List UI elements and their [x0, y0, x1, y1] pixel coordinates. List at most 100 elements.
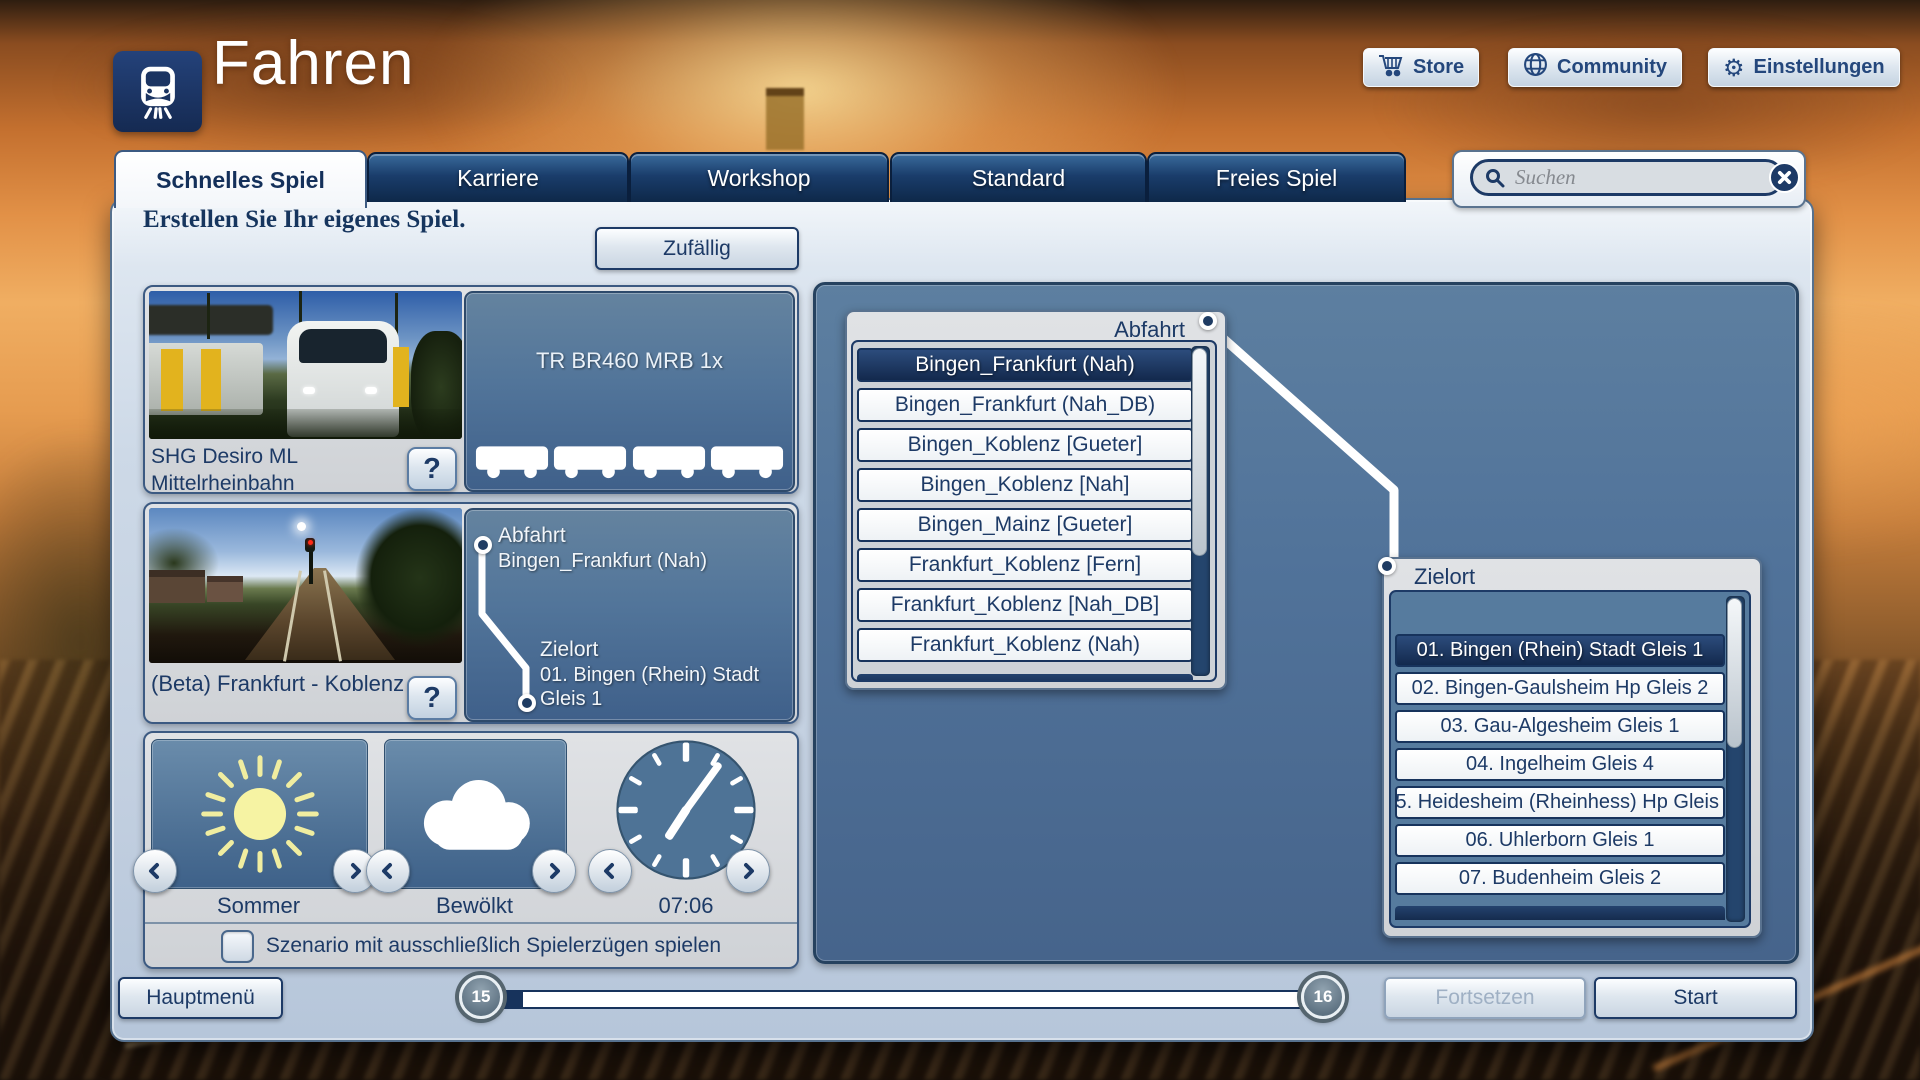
slider-track[interactable]	[503, 990, 1327, 1009]
route-thumbnail	[149, 508, 462, 663]
destination-value-line1: 01. Bingen (Rhein) Stadt	[540, 664, 759, 687]
destination-label: Zielort	[540, 638, 598, 662]
tab-schnelles-spiel[interactable]: Schnelles Spiel	[114, 150, 367, 208]
cart-icon	[1378, 53, 1404, 83]
route-name: (Beta) Frankfurt - Koblenz	[151, 670, 404, 697]
weather-prev-button[interactable]	[366, 849, 410, 893]
list-item[interactable]: Bingen_Mainz [Gueter]	[857, 508, 1193, 542]
destination-value-line2: Gleis 1	[540, 688, 602, 711]
list-item[interactable]: 07. Budenheim Gleis 2	[1395, 862, 1725, 895]
slider-handle-right[interactable]: 16	[1301, 975, 1345, 1019]
random-button[interactable]: Zufällig	[595, 227, 799, 270]
destination-list: 01. Bingen (Rhein) Stadt Gleis 1 02. Bing…	[1389, 590, 1751, 928]
consist-wagons	[474, 444, 785, 480]
time-prev-button[interactable]	[588, 849, 632, 893]
tab-label: Karriere	[457, 165, 539, 192]
list-item[interactable]: Bingen_Frankfurt (Nah)	[857, 348, 1193, 382]
globe-icon	[1523, 52, 1548, 83]
chevron-left-icon	[601, 862, 619, 880]
slider-min-value: 15	[472, 987, 491, 1007]
settings-button[interactable]: ⚙ Einstellungen	[1708, 48, 1900, 87]
route-selection-box[interactable]: (Beta) Frankfurt - Koblenz ? Abfahrt Bin…	[143, 502, 799, 724]
departure-list-panel: Abfahrt Bingen_Frankfurt (Nah)Bingen_Fra…	[845, 310, 1227, 690]
time-label: 07:06	[611, 893, 761, 919]
list-item[interactable]: 03. Gau-Algesheim Gleis 1	[1395, 710, 1725, 743]
consist-name: TR BR460 MRB 1x	[466, 348, 793, 374]
search-input[interactable]	[1513, 164, 1769, 191]
tab-label: Freies Spiel	[1216, 165, 1337, 192]
departure-label: Abfahrt	[498, 524, 566, 548]
list-item[interactable]: 05. Heidesheim (Rheinhess) Hp Gleis 1	[1395, 786, 1725, 819]
conditions-box: Sommer Bewölkt	[143, 731, 799, 969]
continue-button[interactable]: Fortsetzen	[1384, 977, 1586, 1019]
start-button[interactable]: Start	[1594, 977, 1797, 1019]
chevron-left-icon	[146, 862, 164, 880]
tab-label: Schnelles Spiel	[156, 167, 325, 194]
main-menu-button[interactable]: Hauptmenü	[118, 977, 283, 1019]
tab-workshop[interactable]: Workshop	[629, 152, 889, 202]
train-selection-box[interactable]: SHG Desiro ML Mittelrheinbahn ? TR BR460…	[143, 285, 799, 494]
slider-handle-left[interactable]: 15	[459, 975, 503, 1019]
list-item[interactable]: Frankfurt_Koblenz (Nah)	[857, 628, 1193, 662]
list-item[interactable]: Bingen_Koblenz [Gueter]	[857, 428, 1193, 462]
wagon-icon	[709, 444, 785, 480]
season-prev-button[interactable]	[133, 849, 177, 893]
player-trains-only-label: Szenario mit ausschließlich Spielerzügen…	[266, 934, 721, 958]
tab-karriere[interactable]: Karriere	[367, 152, 629, 202]
page-heading: Erstellen Sie Ihr eigenes Spiel.	[143, 206, 465, 234]
sun-icon	[197, 751, 323, 877]
store-button[interactable]: Store	[1363, 48, 1479, 87]
train-icon	[113, 51, 202, 132]
scrollbar-track[interactable]	[1726, 596, 1745, 922]
scrollbar-thumb[interactable]	[1727, 598, 1742, 748]
consist-panel: TR BR460 MRB 1x	[464, 291, 795, 492]
tab-label: Standard	[972, 165, 1065, 192]
wagon-icon	[552, 444, 628, 480]
departure-dot	[474, 536, 492, 554]
chevron-right-icon	[545, 862, 563, 880]
train-name-line2: Mittelrheinbahn	[151, 470, 298, 497]
list-item[interactable]: 02. Bingen-Gaulsheim Hp Gleis 2	[1395, 672, 1725, 705]
destination-list-title: Zielort	[1414, 564, 1475, 590]
store-label: Store	[1413, 56, 1464, 79]
weather-label: Bewölkt	[384, 893, 565, 919]
background-building	[766, 88, 804, 150]
list-item[interactable]: 06. Uhlerborn Gleis 1	[1395, 824, 1725, 857]
list-item[interactable]: Frankfurt_Koblenz [Fern]	[857, 548, 1193, 582]
departure-connector-dot	[1199, 312, 1217, 330]
season-label: Sommer	[151, 893, 366, 919]
chevron-left-icon	[379, 862, 397, 880]
tab-freies-spiel[interactable]: Freies Spiel	[1147, 152, 1406, 202]
weather-next-button[interactable]	[532, 849, 576, 893]
scrollbar-thumb[interactable]	[1192, 348, 1207, 556]
destination-dot	[518, 694, 536, 712]
list-item[interactable]: Bingen_Frankfurt (Nah_DB)	[857, 388, 1193, 422]
community-label: Community	[1557, 56, 1667, 79]
search-box[interactable]	[1470, 159, 1784, 196]
clear-search-button[interactable]	[1769, 162, 1800, 193]
magnifier-icon	[1485, 168, 1505, 188]
train-thumbnail	[149, 291, 462, 439]
settings-label: Einstellungen	[1754, 56, 1885, 79]
cloud-icon	[401, 772, 551, 856]
time-next-button[interactable]	[726, 849, 770, 893]
list-item[interactable]: Bingen_Koblenz [Nah]	[857, 468, 1193, 502]
list-item[interactable]: 01. Bingen (Rhein) Stadt Gleis 1	[1395, 634, 1725, 667]
list-item	[1395, 596, 1725, 629]
wagon-icon	[474, 444, 550, 480]
divider	[145, 922, 797, 924]
list-item[interactable]: Frankfurt_Koblenz [Nah_DB]	[857, 588, 1193, 622]
tab-label: Workshop	[707, 165, 810, 192]
train-name-line1: SHG Desiro ML	[151, 443, 298, 470]
list-item[interactable]: 04. Ingelheim Gleis 4	[1395, 748, 1725, 781]
departure-list: Bingen_Frankfurt (Nah) Bingen_Frankfurt (…	[851, 340, 1217, 682]
list-item-partial	[1395, 906, 1725, 920]
tab-standard[interactable]: Standard	[890, 152, 1147, 202]
route-help-button[interactable]: ?	[407, 676, 457, 720]
scrollbar-track[interactable]	[1191, 346, 1210, 676]
train-help-button[interactable]: ?	[407, 447, 457, 491]
train-name: SHG Desiro ML Mittelrheinbahn	[151, 443, 298, 497]
page-title: Fahren	[212, 28, 414, 99]
player-trains-only-checkbox[interactable]	[221, 930, 254, 963]
community-button[interactable]: Community	[1508, 48, 1682, 87]
